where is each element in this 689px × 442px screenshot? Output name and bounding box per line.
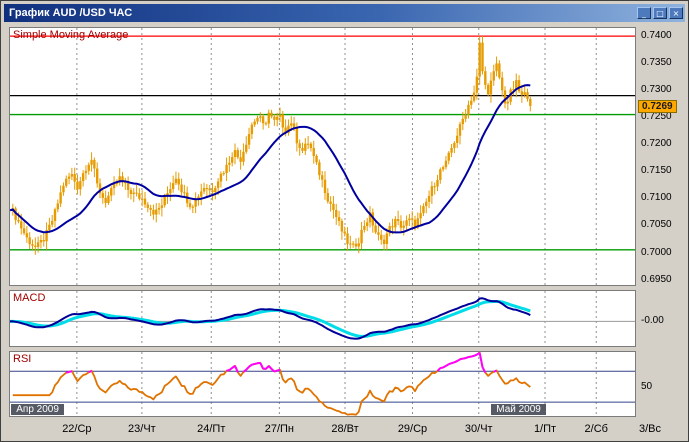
time-axis-label: 30/Чт [459, 423, 499, 435]
time-axis-label: 1/Пт [525, 423, 565, 435]
chart-window: График AUD /USD ЧАС _ □ × Simple Moving … [0, 0, 689, 442]
price-axis-label: 0.6950 [641, 274, 672, 285]
window-title: График AUD /USD ЧАС [4, 7, 637, 19]
price-axis-label: 0.7150 [641, 165, 672, 176]
macd-chart[interactable] [10, 291, 635, 346]
rsi-overbought-segments [66, 353, 496, 373]
title-bar[interactable]: График AUD /USD ЧАС _ □ × [4, 4, 685, 22]
price-axis-label: 0.7000 [641, 247, 672, 258]
rsi-panel[interactable]: RSI Апр 2009 Май 2009 [9, 351, 636, 417]
price-chart-panel[interactable]: Simple Moving Average [9, 27, 636, 286]
price-axis-label: 0.7350 [641, 57, 672, 68]
macd-panel[interactable]: MACD [9, 290, 636, 347]
price-axis-label: 0.7200 [641, 138, 672, 149]
macd-indicator-label: MACD [13, 292, 45, 304]
current-price-tag: 0.7269 [638, 100, 677, 113]
month-marker: Апр 2009 [11, 404, 64, 415]
price-axis-label: 0.7300 [641, 84, 672, 95]
macd-axis-label: -0.00 [641, 315, 664, 326]
time-axis-label: 29/Ср [393, 423, 433, 435]
rsi-reference-lines [10, 371, 635, 402]
sma-indicator-label: Simple Moving Average [13, 29, 128, 41]
price-axis-label: 0.7400 [641, 30, 672, 41]
time-axis-label: 23/Чт [122, 423, 162, 435]
candlestick-chart[interactable] [10, 28, 635, 285]
time-axis-label: 24/Пт [191, 423, 231, 435]
month-marker: Май 2009 [491, 404, 546, 415]
time-axis-label: 22/Ср [57, 423, 97, 435]
sma-line [10, 85, 530, 232]
day-gridlines [77, 291, 596, 346]
macd-signal-line [10, 302, 530, 337]
time-axis-label: 2/Сб [576, 423, 616, 435]
day-gridlines [77, 28, 596, 285]
price-axis-label: 0.7100 [641, 192, 672, 203]
rsi-axis-label: 50 [641, 381, 652, 392]
rsi-indicator-label: RSI [13, 353, 31, 365]
horizontal-level-lines [10, 36, 635, 250]
macd-line [10, 298, 530, 338]
price-axis: 0.74000.73500.73000.72500.72000.71500.71… [637, 1, 689, 442]
time-axis: 22/Ср 23/Чт 24/Пт 27/Пн 28/Вт 29/Ср 30/Чт 1/Пт 2… [9, 422, 685, 438]
price-axis-label: 0.7050 [641, 219, 672, 230]
time-axis-label: 28/Вт [325, 423, 365, 435]
time-axis-label: 27/Пн [259, 423, 299, 435]
